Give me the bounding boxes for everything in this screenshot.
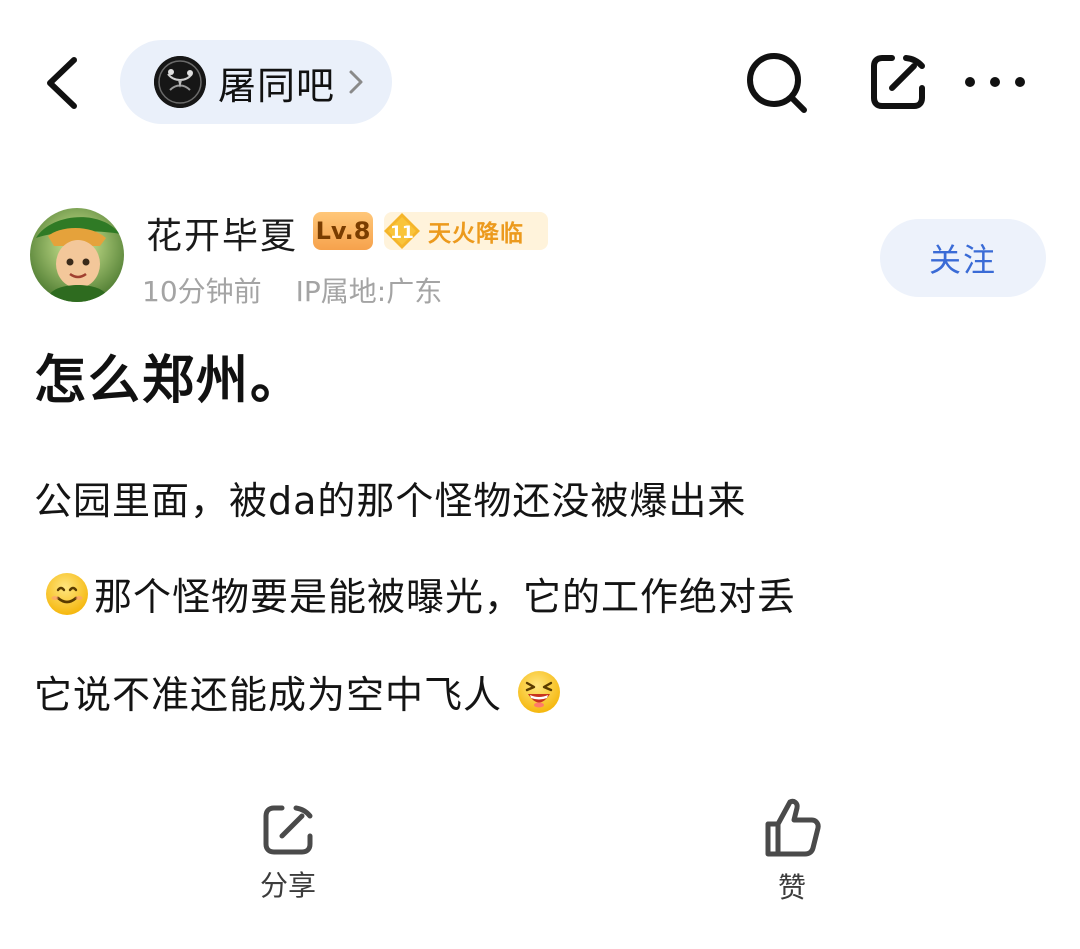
post-title: 怎么郑州。 <box>34 351 305 411</box>
back-icon <box>47 57 77 109</box>
post-line-3: 它说不准还能成为空中飞人 <box>34 664 562 719</box>
edit-post-button[interactable] <box>864 48 932 116</box>
thumbs-up-icon <box>765 798 821 857</box>
more-icon <box>965 77 1025 87</box>
like-label: 赞 <box>777 871 806 904</box>
ip-location: IP属地:广东 <box>295 275 443 308</box>
level-badge: Lv.8 <box>313 212 373 250</box>
diamond-badge-icon: 11 <box>384 213 420 249</box>
post-line-2: 那个怪物要是能被曝光，它的工作绝对丢 <box>44 566 796 621</box>
share-button[interactable]: 分享 <box>250 800 326 910</box>
forum-avatar-icon <box>154 56 206 108</box>
post-time: 10分钟前 <box>142 275 262 308</box>
forum-link[interactable]: 屠同吧 <box>120 40 392 124</box>
edit-icon <box>871 55 925 109</box>
title-badge-label: 天火降临 <box>428 221 524 247</box>
post-line-1: 公园里面，被da的那个怪物还没被爆出来 <box>34 479 747 523</box>
back-button[interactable] <box>30 50 96 116</box>
forum-name: 屠同吧 <box>218 63 336 108</box>
post-line-3-text: 它说不准还能成为空中飞人 <box>34 673 503 717</box>
smile-emoji-icon <box>46 572 88 615</box>
like-button[interactable]: 赞 <box>754 796 830 910</box>
search-icon <box>747 53 807 113</box>
more-button[interactable] <box>960 62 1030 102</box>
follow-button[interactable]: 关注 <box>880 219 1046 297</box>
post-meta: 10分钟前 IP属地:广东 <box>142 270 442 310</box>
title-badge: 11 天火降临 <box>384 212 548 250</box>
chevron-right-icon <box>349 70 363 94</box>
share-icon <box>263 805 313 855</box>
search-button[interactable] <box>742 48 812 118</box>
badge-number: 11 <box>390 223 414 243</box>
share-label: 分享 <box>259 869 316 902</box>
author-name[interactable]: 花开毕夏 <box>146 207 298 259</box>
author-avatar[interactable] <box>30 208 124 302</box>
laughing-emoji-icon <box>518 670 561 713</box>
post-line-2-text: 那个怪物要是能被曝光，它的工作绝对丢 <box>94 575 797 619</box>
